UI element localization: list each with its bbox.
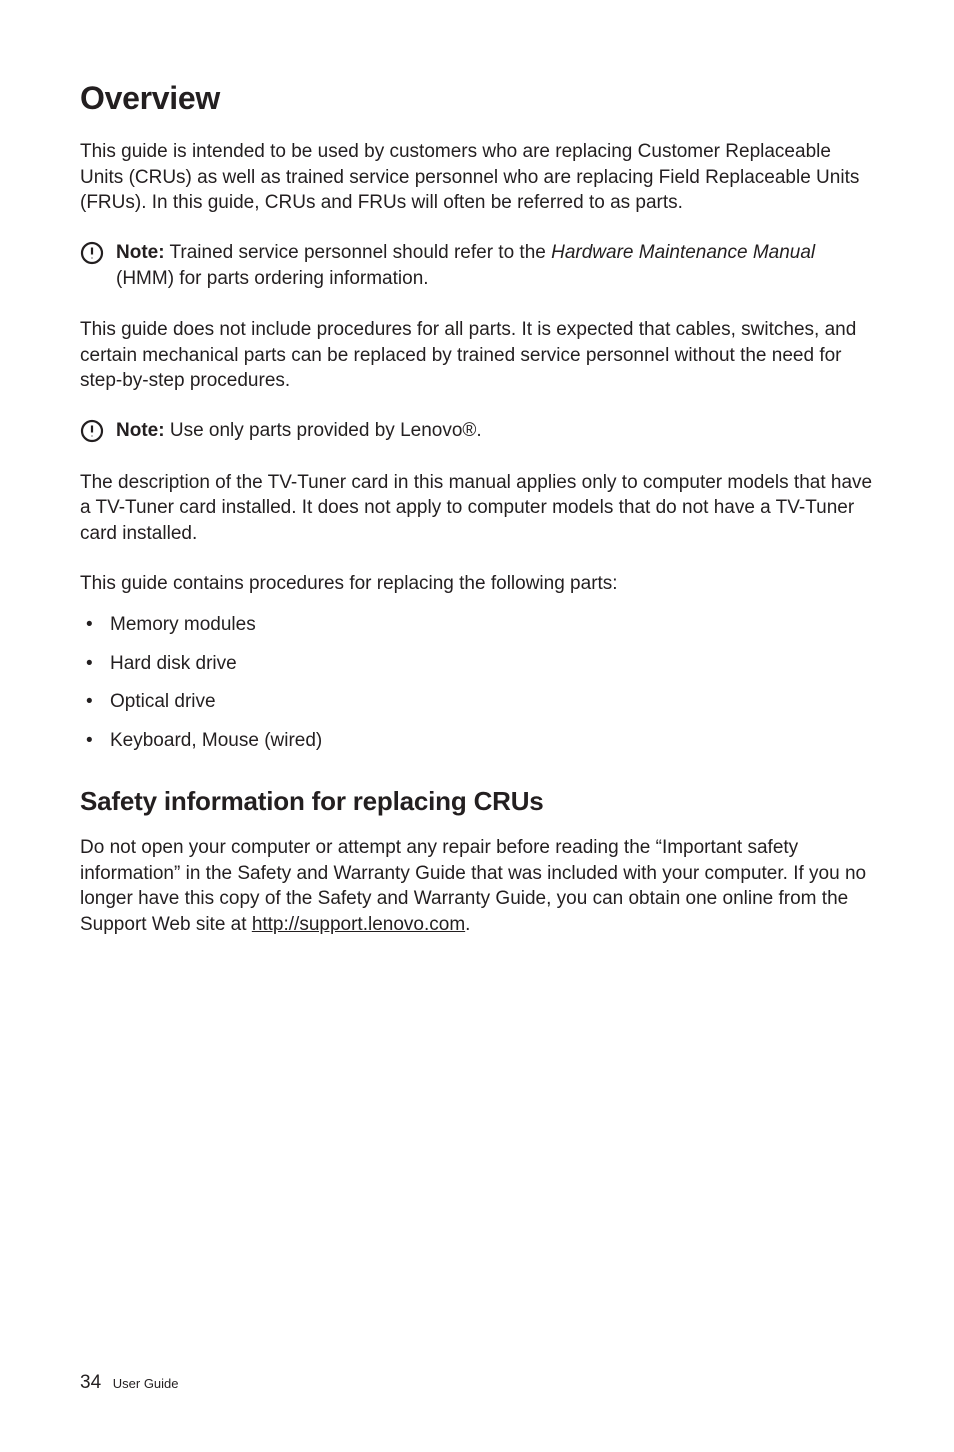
safety-text-before: Do not open your computer or attempt any…	[80, 837, 866, 935]
paragraph-3: The description of the TV-Tuner card in …	[80, 470, 874, 547]
note-1-before: Trained service personnel should refer t…	[165, 242, 552, 263]
page-heading: Overview	[80, 80, 874, 117]
alert-icon	[80, 241, 104, 265]
parts-intro: This guide contains procedures for repla…	[80, 571, 874, 597]
safety-paragraph: Do not open your computer or attempt any…	[80, 835, 874, 938]
intro-paragraph: This guide is intended to be used by cus…	[80, 139, 874, 216]
note-2-text: Note: Use only parts provided by Lenovo®…	[116, 418, 874, 444]
support-link[interactable]: http://support.lenovo.com	[252, 914, 465, 935]
paragraph-2: This guide does not include procedures f…	[80, 317, 874, 394]
list-item: Keyboard, Mouse (wired)	[80, 726, 874, 756]
section-heading-safety: Safety information for replacing CRUs	[80, 786, 874, 817]
list-item: Hard disk drive	[80, 649, 874, 679]
note-2-body: Use only parts provided by Lenovo®.	[165, 420, 482, 441]
note-1-after: (HMM) for parts ordering information.	[116, 268, 429, 289]
parts-list: Memory modules Hard disk drive Optical d…	[80, 610, 874, 756]
page-number: 34	[80, 1372, 101, 1393]
alert-icon	[80, 419, 104, 443]
note-2-label: Note:	[116, 420, 165, 441]
note-1-label: Note:	[116, 242, 165, 263]
page-footer: 34 User Guide	[80, 1372, 179, 1394]
note-1-text: Note: Trained service personnel should r…	[116, 240, 874, 291]
list-item: Memory modules	[80, 610, 874, 640]
safety-text-after: .	[465, 914, 470, 935]
note-1: Note: Trained service personnel should r…	[80, 240, 874, 291]
note-2: Note: Use only parts provided by Lenovo®…	[80, 418, 874, 444]
note-1-italic: Hardware Maintenance Manual	[551, 242, 815, 263]
footer-label: User Guide	[113, 1376, 179, 1391]
list-item: Optical drive	[80, 687, 874, 717]
